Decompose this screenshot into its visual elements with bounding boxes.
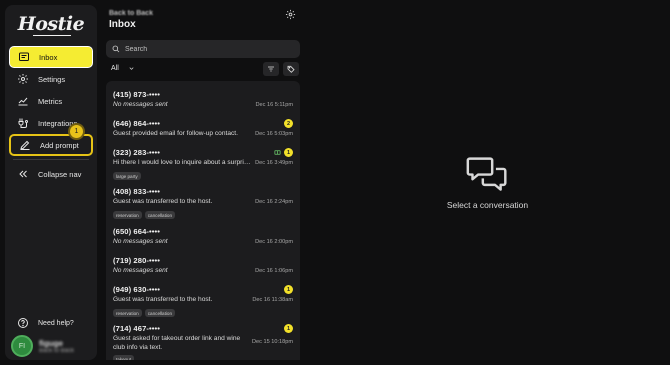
tag-chip: cancellation xyxy=(144,211,175,219)
tag-chip: takeout xyxy=(113,355,135,360)
tag-chip: reservation xyxy=(113,211,142,219)
conversation-row[interactable]: (646) 864-•••• 2 Guest provided email fo… xyxy=(106,119,300,145)
need-help-link[interactable]: Need help? xyxy=(17,317,74,329)
message-preview: Guest provided email for follow-up conta… xyxy=(113,130,238,137)
caller-phone: (408) 833-•••• xyxy=(113,187,161,196)
conversation-row[interactable]: (415) 873-•••• No messages sent Dec 16 5… xyxy=(106,90,300,116)
conversation-row[interactable]: (650) 664-•••• No messages sent Dec 16 2… xyxy=(106,227,300,253)
sidebar-item-label: Inbox xyxy=(39,52,58,62)
filter-selected-label: All xyxy=(111,65,119,72)
tag-filter-button[interactable] xyxy=(283,62,299,76)
caller-phone: (646) 864-•••• xyxy=(113,119,161,128)
search-bar xyxy=(106,40,300,58)
page-title: Inbox xyxy=(109,19,136,30)
message-time: Dec 16 5:11pm xyxy=(255,102,293,108)
caller-phone: (949) 630-•••• xyxy=(113,285,161,294)
message-preview: No messages sent xyxy=(113,101,168,108)
sidebar-item-metrics[interactable]: Metrics xyxy=(9,90,93,112)
message-time: Dec 16 1:06pm xyxy=(255,268,293,274)
message-preview: Guest was transferred to the host. xyxy=(113,198,213,205)
conversation-row[interactable]: (714) 467-•••• 1 Guest asked for takeout… xyxy=(106,324,300,360)
tag-list: reservation cancellation xyxy=(113,211,175,219)
filter-row: All xyxy=(106,62,300,78)
caller-phone: (714) 467-•••• xyxy=(113,324,161,333)
sidebar-item-label: Add prompt xyxy=(40,140,79,150)
tag-list: takeout xyxy=(113,355,135,360)
chart-icon xyxy=(17,95,29,107)
conversation-row[interactable]: (949) 630-•••• 1 Guest was transferred t… xyxy=(106,285,300,319)
unread-count-badge: 1 xyxy=(284,285,293,294)
conversation-filter-select[interactable]: All xyxy=(111,65,135,72)
caller-phone: (719) 280-•••• xyxy=(113,256,161,265)
user-restaurant: Back to Back xyxy=(39,347,75,354)
avatar: FI xyxy=(11,335,33,357)
double-chevron-left-icon xyxy=(17,168,29,180)
nav-divider xyxy=(13,159,89,160)
conversation-list: (415) 873-•••• No messages sent Dec 16 5… xyxy=(106,81,300,360)
filter-button[interactable] xyxy=(263,62,279,76)
tag-list: reservation cancellation xyxy=(113,309,175,317)
tour-step-badge[interactable]: 1 xyxy=(68,123,85,140)
sidebar-nav: Inbox Settings Metrics Integrations Add … xyxy=(9,46,93,185)
message-time: Dec 15 10:18pm xyxy=(251,339,293,345)
question-circle-icon xyxy=(18,318,28,328)
user-name: figuge xyxy=(39,338,63,348)
gear-icon xyxy=(17,73,29,85)
unread-count-badge: 2 xyxy=(284,119,293,128)
unread-count-badge: 1 xyxy=(284,324,293,333)
sidebar-item-label: Metrics xyxy=(38,96,63,106)
message-time: Dec 16 3:49pm xyxy=(255,160,293,166)
inbox-settings-gear-icon[interactable] xyxy=(285,9,296,20)
chat-bubbles-icon xyxy=(466,157,507,191)
conversation-row[interactable]: (408) 833-•••• Guest was transferred to … xyxy=(106,187,300,221)
tag-chip: reservation xyxy=(113,309,142,317)
message-preview: No messages sent xyxy=(113,267,168,274)
empty-state-text: Select a conversation xyxy=(446,200,529,210)
plug-icon xyxy=(17,117,29,129)
conversation-row[interactable]: (719) 280-•••• No messages sent Dec 16 1… xyxy=(106,256,300,282)
message-time: Dec 16 2:24pm xyxy=(255,199,293,205)
sidebar: Hostie Inbox Settings Metrics Integratio… xyxy=(5,5,97,360)
caller-phone: (650) 664-•••• xyxy=(113,227,161,236)
unread-count-badge: 1 xyxy=(284,148,293,157)
inbox-icon xyxy=(18,51,30,63)
message-time: Dec 16 5:03pm xyxy=(255,131,293,137)
conversation-row[interactable]: (323) 283-•••• 1 Hi there I would love t… xyxy=(106,148,300,182)
message-preview: No messages sent xyxy=(113,238,168,245)
message-time: Dec 16 11:38am xyxy=(252,297,293,303)
need-help-label: Need help? xyxy=(38,319,74,327)
search-input[interactable] xyxy=(125,45,285,53)
tag-icon xyxy=(287,65,295,73)
message-preview: Hi there I would love to inquire about a… xyxy=(113,159,253,166)
breadcrumb: Back to Back xyxy=(109,10,153,17)
user-profile[interactable]: FI figuge Back to Back xyxy=(11,335,74,357)
caller-phone: (415) 873-•••• xyxy=(113,90,161,99)
sidebar-item-settings[interactable]: Settings xyxy=(9,68,93,90)
collapse-nav-label: Collapse nav xyxy=(38,169,82,179)
tag-list: large party xyxy=(113,172,141,180)
logo-underline xyxy=(33,35,71,36)
search-icon xyxy=(112,45,120,53)
tag-chip: cancellation xyxy=(144,309,175,317)
message-preview: Guest was transferred to the host. xyxy=(113,296,213,303)
pen-icon xyxy=(19,139,31,151)
brand-logo[interactable]: Hostie xyxy=(5,13,97,35)
caller-phone: (323) 283-•••• xyxy=(113,148,161,157)
message-preview: Guest asked for takeout order link and w… xyxy=(113,335,241,351)
sidebar-item-label: Settings xyxy=(38,74,66,84)
collapse-nav-button[interactable]: Collapse nav xyxy=(9,163,93,185)
message-time: Dec 16 2:00pm xyxy=(255,239,293,245)
sidebar-item-inbox[interactable]: Inbox xyxy=(9,46,93,68)
tag-chip: large party xyxy=(113,172,141,180)
ticket-icon xyxy=(274,150,281,155)
chevron-down-icon xyxy=(129,67,134,70)
filter-icon xyxy=(268,66,274,72)
